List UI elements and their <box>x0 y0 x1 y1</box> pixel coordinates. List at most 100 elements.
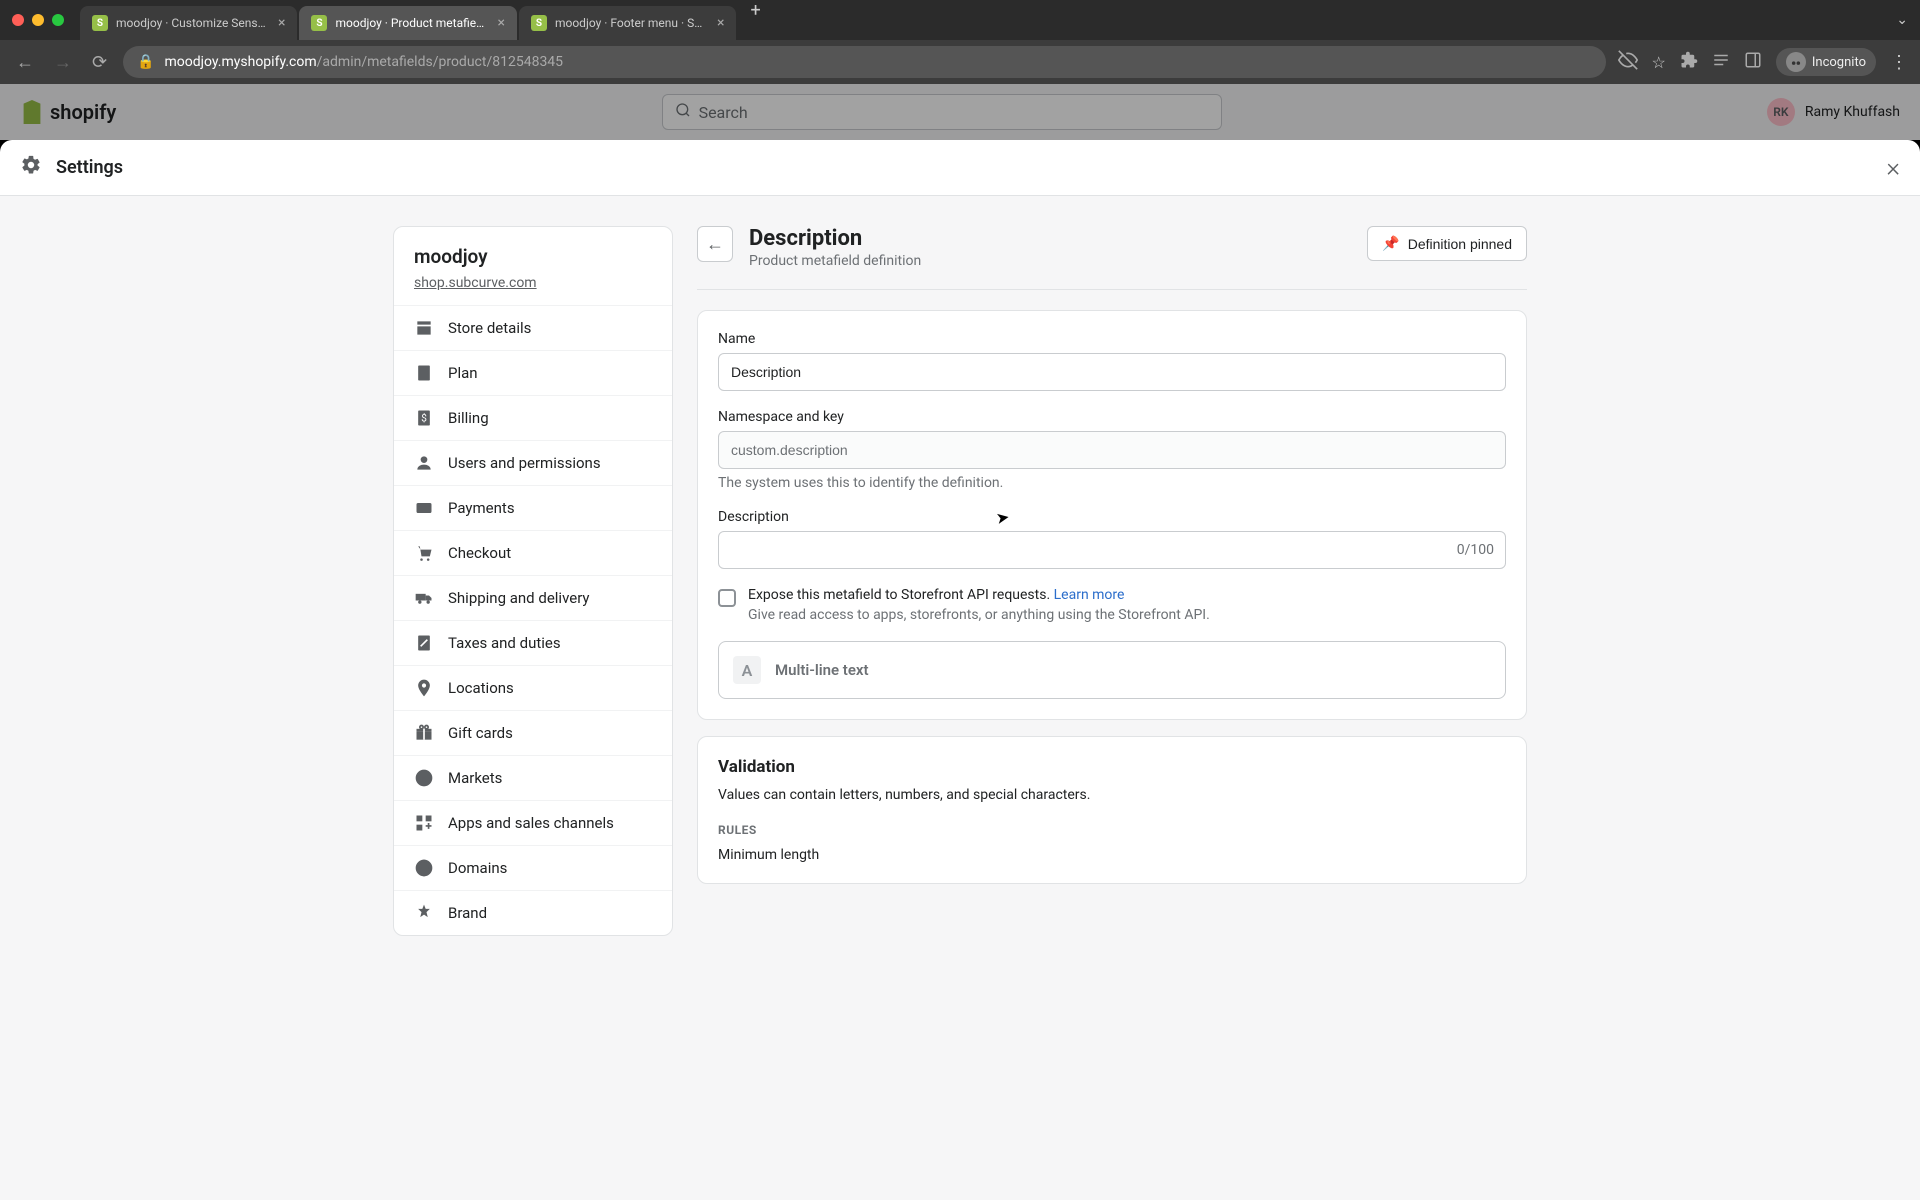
text-type-icon: A <box>733 656 761 684</box>
back-button[interactable]: ← <box>12 48 38 77</box>
tab-close-icon[interactable]: × <box>497 15 504 31</box>
extensions-icon[interactable] <box>1680 51 1698 73</box>
main-content: ← Description Product metafield definiti… <box>697 226 1527 1200</box>
url-host: moodjoy.myshopify.com <box>165 54 317 70</box>
window-controls <box>12 14 64 26</box>
sidebar-item-label: Domains <box>448 859 507 877</box>
sidebar-item-markets[interactable]: Markets <box>394 755 672 800</box>
tab-2-active[interactable]: S moodjoy · Product metafield de × <box>299 6 516 40</box>
users-icon <box>414 453 434 473</box>
settings-sidebar: moodjoy shop.subcurve.com Store details … <box>393 226 673 936</box>
description-field: Description 0/100 <box>718 509 1506 569</box>
close-icon[interactable]: × <box>1886 153 1900 183</box>
reading-list-icon[interactable] <box>1712 51 1730 73</box>
new-tab-button[interactable]: + <box>738 0 772 40</box>
name-label: Name <box>718 331 1506 347</box>
store-url-link[interactable]: shop.subcurve.com <box>414 275 537 291</box>
sidebar-item-label: Payments <box>448 499 515 517</box>
sidebar-item-brand[interactable]: Brand <box>394 890 672 935</box>
tab-title: moodjoy · Product metafield de <box>335 16 485 30</box>
validation-card: Validation Values can contain letters, n… <box>697 736 1527 884</box>
sidebar-item-checkout[interactable]: Checkout <box>394 530 672 575</box>
tab-close-icon[interactable]: × <box>278 15 285 31</box>
name-field: Name <box>718 331 1506 391</box>
settings-modal: Settings × moodjoy shop.subcurve.com Sto… <box>0 140 1920 1200</box>
settings-title: Settings <box>56 157 123 178</box>
url-path: /admin/metafields/product/812548345 <box>317 54 563 70</box>
browser-menu-icon[interactable]: ⋮ <box>1890 52 1908 73</box>
sidebar-item-payments[interactable]: Payments <box>394 485 672 530</box>
settings-body: moodjoy shop.subcurve.com Store details … <box>0 196 1920 1200</box>
sidebar-item-label: Gift cards <box>448 724 513 742</box>
sidebar-item-label: Shipping and delivery <box>448 589 590 607</box>
locations-icon <box>414 678 434 698</box>
star-icon[interactable]: ☆ <box>1652 53 1666 72</box>
validation-title: Validation <box>718 757 1506 777</box>
namespace-input <box>718 431 1506 469</box>
definition-pinned-button[interactable]: 📌 Definition pinned <box>1367 226 1527 261</box>
learn-more-link[interactable]: Learn more <box>1054 587 1125 603</box>
description-label: Description <box>718 509 1506 525</box>
shopify-favicon: S <box>92 15 108 31</box>
sidebar-item-shipping[interactable]: Shipping and delivery <box>394 575 672 620</box>
sidebar-item-plan[interactable]: Plan <box>394 350 672 395</box>
sidebar-item-store-details[interactable]: Store details <box>394 305 672 350</box>
window-maximize[interactable] <box>52 14 64 26</box>
gear-icon <box>20 154 42 181</box>
name-input[interactable] <box>718 353 1506 391</box>
svg-text:$: $ <box>421 411 427 424</box>
incognito-icon <box>1786 52 1806 72</box>
page-title-group: Description Product metafield definition <box>749 226 1351 269</box>
sidebar-item-label: Checkout <box>448 544 511 562</box>
sidebar-item-label: Apps and sales channels <box>448 814 614 832</box>
tab-3[interactable]: S moodjoy · Footer menu · Shopi × <box>519 6 736 40</box>
definition-card: Name Namespace and key The system uses t… <box>697 310 1527 720</box>
page-subtitle: Product metafield definition <box>749 253 1351 269</box>
sidebar-list: Store details Plan $ Billing Users and p… <box>394 305 672 935</box>
store-name: moodjoy <box>414 245 652 268</box>
content-type-box[interactable]: A Multi-line text <box>718 641 1506 699</box>
sidebar-item-label: Store details <box>448 319 531 337</box>
page-header: ← Description Product metafield definiti… <box>697 226 1527 290</box>
sidebar-item-users[interactable]: Users and permissions <box>394 440 672 485</box>
pinned-label: Definition pinned <box>1408 236 1512 252</box>
tab-close-icon[interactable]: × <box>717 15 724 31</box>
expose-checkbox[interactable] <box>718 589 736 607</box>
sidebar-item-domains[interactable]: Domains <box>394 845 672 890</box>
window-close[interactable] <box>12 14 24 26</box>
taxes-icon <box>414 633 434 653</box>
expose-label-text: Expose this metafield to Storefront API … <box>748 587 1054 603</box>
back-button[interactable]: ← <box>697 226 733 262</box>
forward-button[interactable]: → <box>50 48 76 77</box>
sidebar-header: moodjoy shop.subcurve.com <box>394 227 672 305</box>
checkout-icon <box>414 543 434 563</box>
sidepanel-icon[interactable] <box>1744 51 1762 73</box>
rules-label: RULES <box>718 823 1506 837</box>
sidebar-item-billing[interactable]: $ Billing <box>394 395 672 440</box>
sidebar-item-apps[interactable]: Apps and sales channels <box>394 800 672 845</box>
tabs: S moodjoy · Customize Sense · S × S mood… <box>80 0 773 40</box>
tab-overflow-icon[interactable]: ⌄ <box>1896 12 1908 28</box>
eye-off-icon[interactable] <box>1618 50 1638 74</box>
settings-header: Settings × <box>0 140 1920 196</box>
sidebar-item-label: Brand <box>448 904 487 922</box>
browser-tabstrip: S moodjoy · Customize Sense · S × S mood… <box>0 0 1920 40</box>
namespace-field: Namespace and key The system uses this t… <box>718 409 1506 491</box>
rule-min-length: Minimum length <box>718 847 1506 863</box>
sidebar-item-locations[interactable]: Locations <box>394 665 672 710</box>
sidebar-item-label: Billing <box>448 409 489 427</box>
window-minimize[interactable] <box>32 14 44 26</box>
reload-button[interactable]: ⟳ <box>88 48 111 77</box>
sidebar-item-taxes[interactable]: Taxes and duties <box>394 620 672 665</box>
store-icon <box>414 318 434 338</box>
url-input[interactable]: 🔒 moodjoy.myshopify.com/admin/metafields… <box>123 46 1605 78</box>
sidebar-item-label: Taxes and duties <box>448 634 561 652</box>
markets-icon <box>414 768 434 788</box>
char-count: 0/100 <box>1457 542 1494 558</box>
shopify-favicon: S <box>311 15 327 31</box>
description-input[interactable] <box>718 531 1506 569</box>
tab-1[interactable]: S moodjoy · Customize Sense · S × <box>80 6 297 40</box>
sidebar-item-label: Users and permissions <box>448 454 601 472</box>
incognito-badge[interactable]: Incognito <box>1776 48 1876 76</box>
sidebar-item-gift-cards[interactable]: Gift cards <box>394 710 672 755</box>
